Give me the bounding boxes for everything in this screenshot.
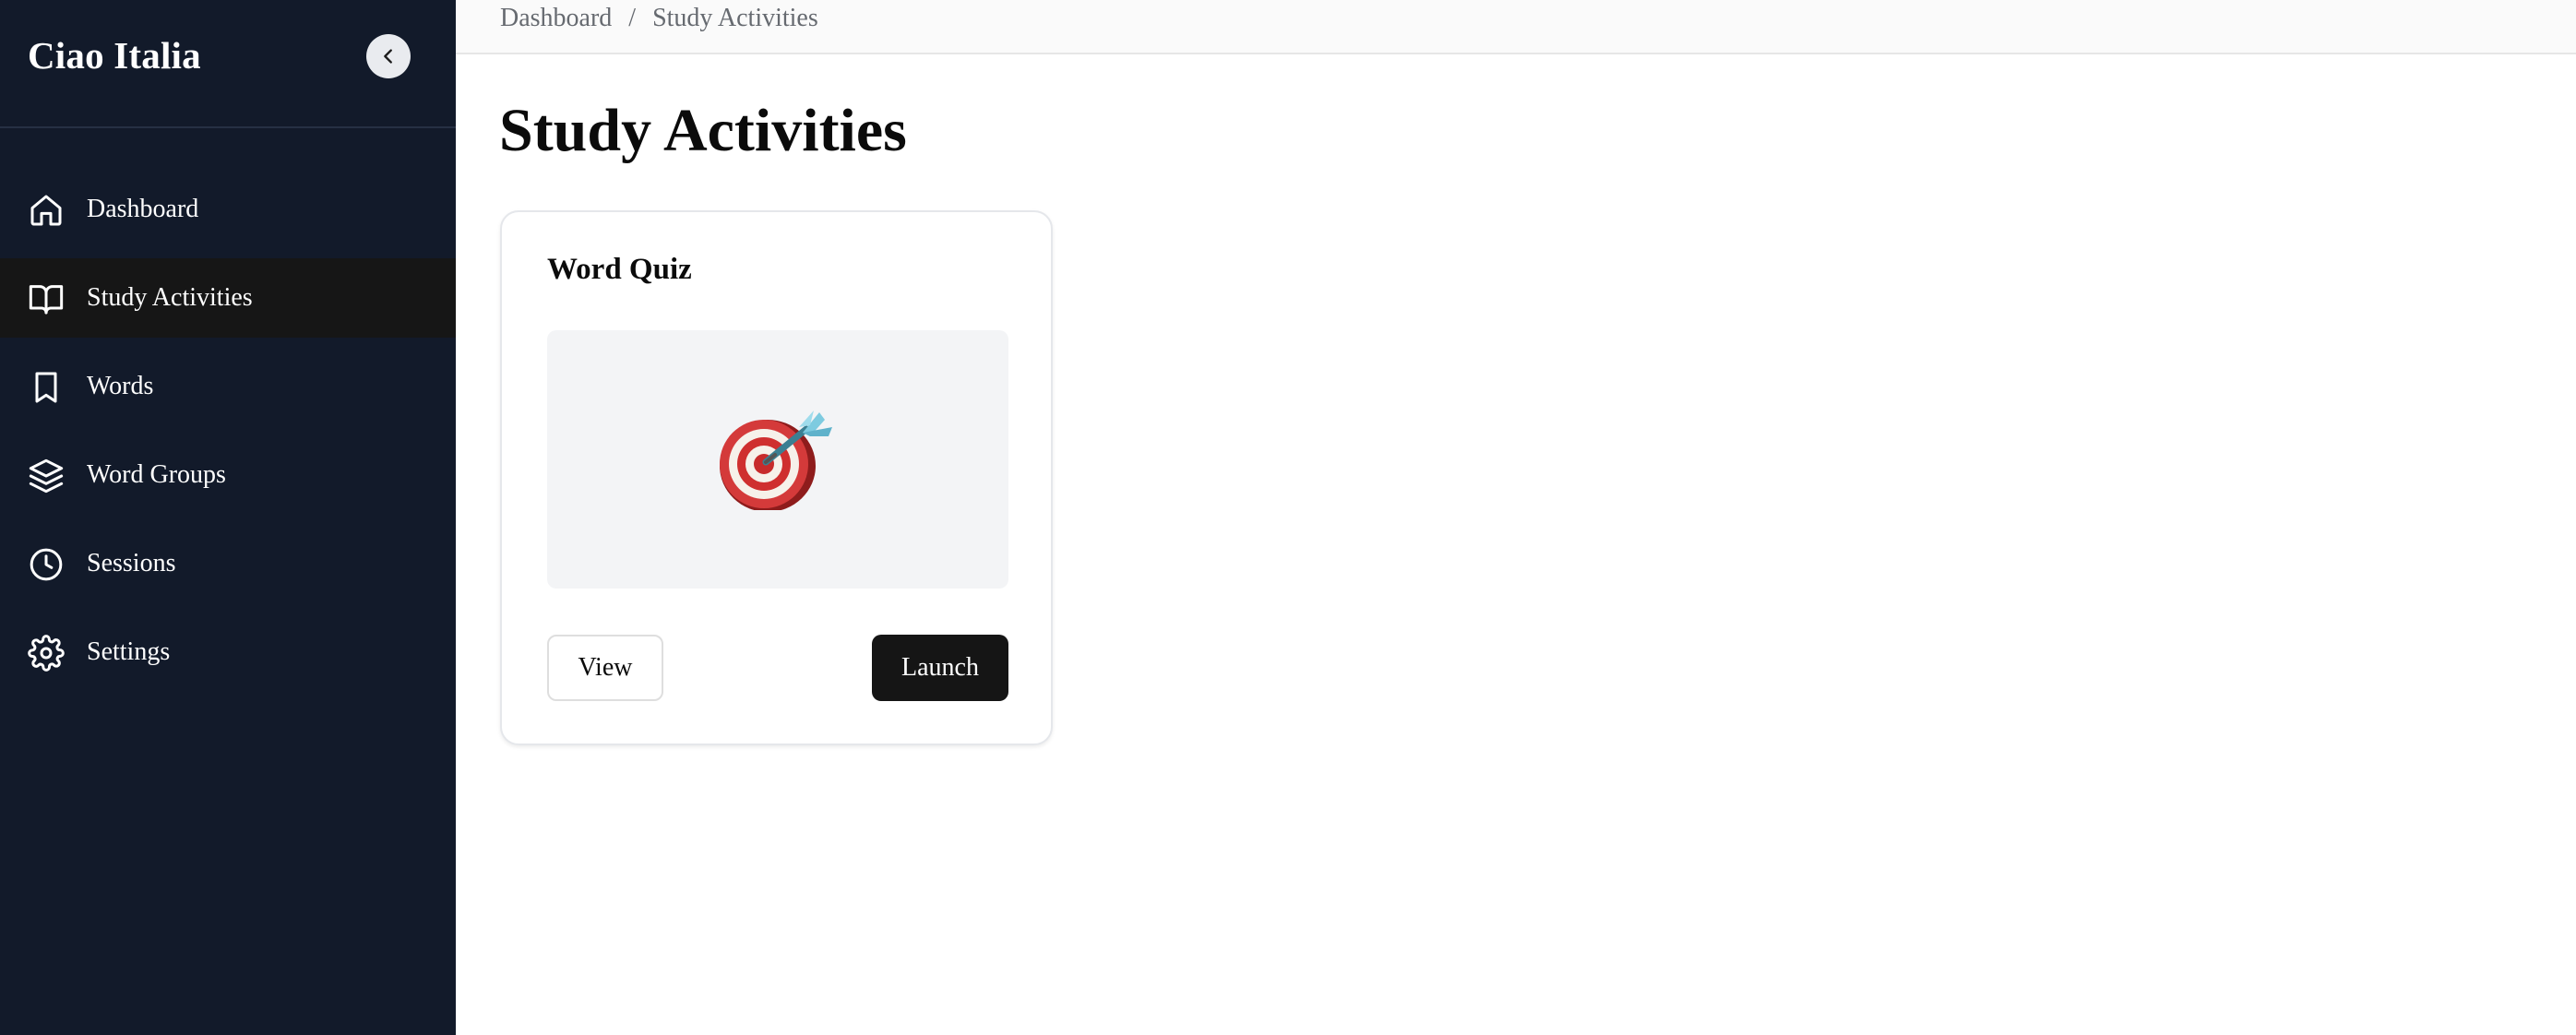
layers-icon	[28, 458, 65, 494]
sidebar-item-dashboard[interactable]: Dashboard	[0, 170, 456, 249]
top-bar: Dashboard / Study Activities	[456, 0, 2576, 54]
clock-icon	[28, 546, 65, 583]
gear-icon	[28, 635, 65, 672]
activity-thumbnail	[547, 330, 1008, 589]
sidebar-item-label: Dashboard	[87, 195, 199, 223]
sidebar-item-label: Word Groups	[87, 460, 226, 489]
activity-card: Word Quiz View Launch	[500, 210, 1053, 745]
sidebar-item-label: Settings	[87, 637, 171, 666]
page-title: Study Activities	[499, 97, 907, 164]
sidebar-item-label: Study Activities	[87, 283, 253, 312]
view-button[interactable]: View	[547, 635, 663, 701]
breadcrumb: Dashboard / Study Activities	[500, 4, 818, 33]
sidebar-item-label: Words	[87, 372, 154, 400]
breadcrumb-separator: /	[628, 4, 637, 32]
activity-card-title: Word Quiz	[547, 253, 692, 286]
sidebar-item-sessions[interactable]: Sessions	[0, 524, 456, 603]
sidebar-header: Ciao Italia	[0, 0, 456, 128]
book-open-icon	[28, 280, 65, 317]
launch-button[interactable]: Launch	[872, 635, 1008, 701]
sidebar-item-word-groups[interactable]: Word Groups	[0, 435, 456, 515]
app-brand: Ciao Italia	[28, 34, 201, 77]
sidebar-item-label: Sessions	[87, 549, 176, 577]
sidebar-nav: Dashboard Study Activities Words Word Gr…	[0, 170, 456, 701]
chevron-left-icon	[384, 49, 392, 64]
breadcrumb-item-current: Study Activities	[652, 4, 818, 32]
bookmark-icon	[28, 369, 65, 406]
breadcrumb-item-dashboard[interactable]: Dashboard	[500, 4, 612, 33]
dart-target-icon	[720, 410, 832, 510]
collapse-sidebar-button[interactable]	[366, 34, 411, 78]
sidebar-item-words[interactable]: Words	[0, 347, 456, 426]
sidebar: Ciao Italia Dashboard Study Activities W…	[0, 0, 456, 1035]
home-icon	[28, 192, 65, 229]
sidebar-item-settings[interactable]: Settings	[0, 613, 456, 692]
sidebar-item-study-activities[interactable]: Study Activities	[0, 258, 456, 338]
